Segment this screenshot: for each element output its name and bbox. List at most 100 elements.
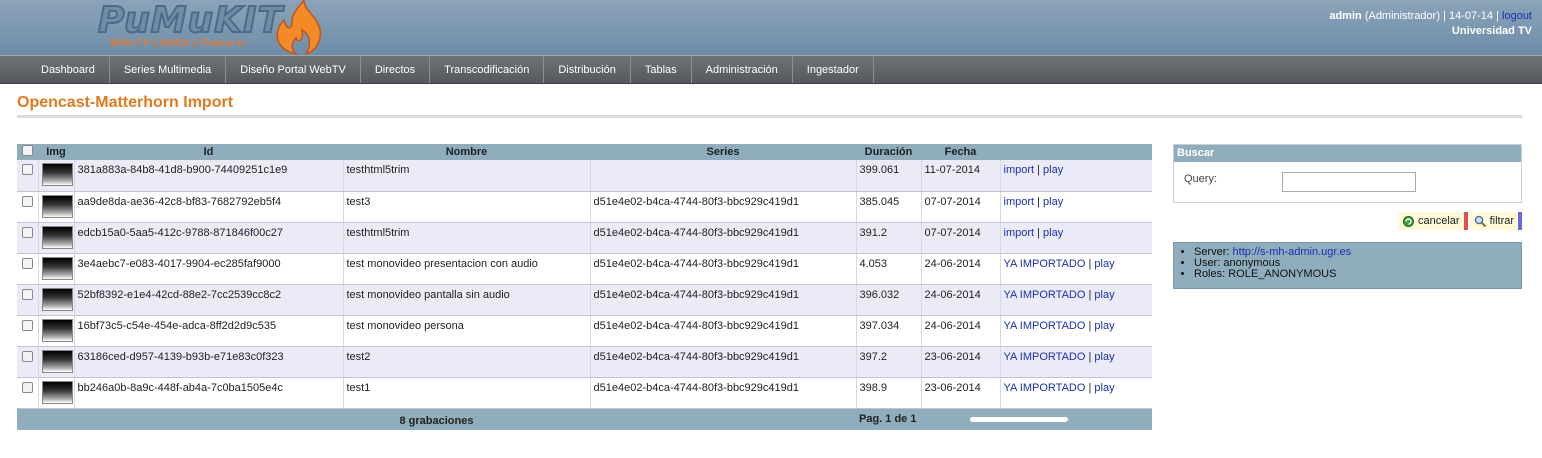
- video-thumbnail[interactable]: [41, 380, 73, 404]
- video-thumbnail[interactable]: [41, 256, 73, 280]
- video-thumbnail[interactable]: [41, 318, 73, 342]
- column-header-series: Series: [590, 144, 856, 160]
- import-action-link[interactable]: import: [1004, 164, 1035, 176]
- row-checkbox[interactable]: [21, 195, 33, 207]
- thumbnail-cell: [37, 253, 74, 285]
- logo-subtitle: Web-TV | ARCA | iTunes U: [110, 38, 246, 49]
- play-link[interactable]: play: [1094, 351, 1114, 363]
- video-thumbnail[interactable]: [41, 194, 73, 218]
- play-link[interactable]: play: [1043, 196, 1063, 208]
- row-select-cell: [17, 191, 38, 223]
- thumbnail-cell: [37, 284, 74, 316]
- row-checkbox[interactable]: [21, 319, 33, 331]
- table-header-row: Img Id Nombre Series Duración Fecha: [17, 144, 1152, 160]
- select-all-checkbox[interactable]: [22, 145, 33, 156]
- table-row[interactable]: bb246a0b-8a9c-448f-ab4a-7c0ba1505e4c test…: [17, 377, 1152, 409]
- play-link[interactable]: play: [1043, 227, 1063, 239]
- import-action-link[interactable]: YA IMPORTADO: [1004, 320, 1086, 332]
- video-thumbnail[interactable]: [41, 225, 73, 249]
- nav-item-series-multimedia[interactable]: Series Multimedia: [110, 56, 227, 83]
- fecha-cell: 23-06-2014: [920, 346, 1000, 378]
- video-thumbnail[interactable]: [41, 163, 73, 186]
- table-footer-row: 8 grabaciones Pag. 1 de 1: [17, 408, 1152, 430]
- nav-item-directos[interactable]: Directos: [361, 56, 431, 83]
- nav-item-administracion[interactable]: Administración: [692, 56, 793, 83]
- actions-cell: import | play: [999, 191, 1152, 223]
- import-action-link[interactable]: YA IMPORTADO: [1004, 382, 1086, 394]
- import-action-link[interactable]: import: [1004, 227, 1035, 239]
- import-action-link[interactable]: YA IMPORTADO: [1004, 289, 1086, 301]
- actions-cell: YA IMPORTADO | play: [999, 377, 1152, 409]
- pumukit-logo[interactable]: PuMuKIT Web-TV | ARCA | iTunes U: [97, 0, 328, 56]
- nav-item-tablas[interactable]: Tablas: [631, 56, 692, 83]
- play-link[interactable]: play: [1094, 258, 1114, 270]
- column-header-fecha: Fecha: [921, 144, 1000, 160]
- nav-item-distribucion[interactable]: Distribución: [544, 56, 631, 83]
- row-checkbox[interactable]: [21, 164, 33, 175]
- table-row[interactable]: 381a883a-84b8-41d8-b900-74409251c1e9 test…: [17, 160, 1152, 192]
- filter-button[interactable]: filtrar: [1469, 212, 1523, 230]
- row-checkbox[interactable]: [21, 381, 33, 393]
- fecha-cell: 23-06-2014: [920, 377, 1000, 409]
- username: admin: [1329, 10, 1362, 22]
- table-row[interactable]: 3e4aebc7-e083-4017-9904-ec285faf9000 test…: [17, 253, 1152, 285]
- video-thumbnail[interactable]: [41, 349, 73, 373]
- row-checkbox[interactable]: [21, 350, 33, 362]
- nombre-cell: testhtml5trim: [342, 222, 590, 254]
- filter-label: filtrar: [1489, 215, 1515, 227]
- row-checkbox[interactable]: [21, 226, 33, 238]
- query-label: Query:: [1184, 173, 1218, 185]
- main-nav: Dashboard Series Multimedia Diseño Porta…: [0, 55, 1542, 84]
- duracion-cell: 399.061: [855, 160, 921, 192]
- table-body: 381a883a-84b8-41d8-b900-74409251c1e9 test…: [17, 160, 1152, 409]
- user-info: admin (Administrador) | 14-07-14 | logou…: [1329, 10, 1532, 37]
- table-row[interactable]: 16bf73c5-c54e-454e-adca-8ff2d2d9c535 test…: [17, 315, 1152, 347]
- cancel-button[interactable]: cancelar: [1398, 212, 1468, 230]
- nav-item-diseno-portal[interactable]: Diseño Portal WebTV: [226, 56, 361, 83]
- logout-link[interactable]: logout: [1502, 10, 1532, 22]
- import-action-link[interactable]: import: [1004, 196, 1035, 208]
- server-info-panel: Server: http://s-mh-admin.ugr.es User: a…: [1173, 242, 1522, 289]
- play-link[interactable]: play: [1094, 382, 1114, 394]
- actions-cell: import | play: [999, 222, 1152, 254]
- import-action-link[interactable]: YA IMPORTADO: [1004, 351, 1086, 363]
- recordings-table: Img Id Nombre Series Duración Fecha 381a…: [17, 144, 1152, 430]
- play-link[interactable]: play: [1094, 289, 1114, 301]
- user-role: (Administrador): [1364, 10, 1440, 22]
- fecha-cell: 24-06-2014: [920, 284, 1000, 316]
- play-link[interactable]: play: [1043, 164, 1063, 176]
- id-cell: edcb15a0-5aa5-412c-9788-871846f00c27: [73, 222, 343, 254]
- video-thumbnail[interactable]: [41, 287, 73, 311]
- table-row[interactable]: 52bf8392-e1e4-42cd-88e2-7cc2539cc8c2 test…: [17, 284, 1152, 316]
- nombre-cell: test monovideo persona: [342, 315, 590, 347]
- duracion-cell: 391.2: [855, 222, 921, 254]
- row-checkbox[interactable]: [21, 257, 33, 269]
- nav-item-dashboard[interactable]: Dashboard: [27, 56, 110, 83]
- nombre-cell: test monovideo pantalla sin audio: [342, 284, 590, 316]
- nav-item-ingestador[interactable]: Ingestador: [793, 56, 874, 83]
- nombre-cell: test2: [342, 346, 590, 378]
- row-checkbox[interactable]: [21, 288, 33, 300]
- search-actions: cancelar filtrar: [1398, 212, 1523, 230]
- table-row[interactable]: edcb15a0-5aa5-412c-9788-871846f00c27 test…: [17, 222, 1152, 254]
- id-cell: aa9de8da-ae36-42c8-bf83-7682792eb5f4: [73, 191, 343, 223]
- duracion-cell: 397.2: [855, 346, 921, 378]
- current-date: 14-07-14: [1448, 10, 1494, 22]
- nombre-cell: test3: [342, 191, 590, 223]
- cancel-label: cancelar: [1418, 215, 1460, 227]
- pagination-scrollbar[interactable]: [969, 416, 1068, 422]
- row-select-cell: [17, 284, 38, 316]
- table-row[interactable]: 63186ced-d957-4139-b93b-e71e83c0f323 test…: [17, 346, 1152, 378]
- nav-item-transcodificacion[interactable]: Transcodificación: [430, 56, 545, 83]
- import-action-link[interactable]: YA IMPORTADO: [1004, 258, 1086, 270]
- query-input[interactable]: [1282, 172, 1416, 192]
- actions-cell: YA IMPORTADO | play: [999, 315, 1152, 347]
- select-all-header[interactable]: [17, 144, 38, 160]
- duracion-cell: 396.032: [855, 284, 921, 316]
- play-link[interactable]: play: [1094, 320, 1114, 332]
- header: PuMuKIT Web-TV | ARCA | iTunes U admin (…: [0, 0, 1542, 56]
- series-cell: [589, 160, 856, 192]
- flame-icon: [276, 0, 322, 56]
- row-select-cell: [17, 346, 38, 378]
- table-row[interactable]: aa9de8da-ae36-42c8-bf83-7682792eb5f4 test…: [17, 191, 1152, 223]
